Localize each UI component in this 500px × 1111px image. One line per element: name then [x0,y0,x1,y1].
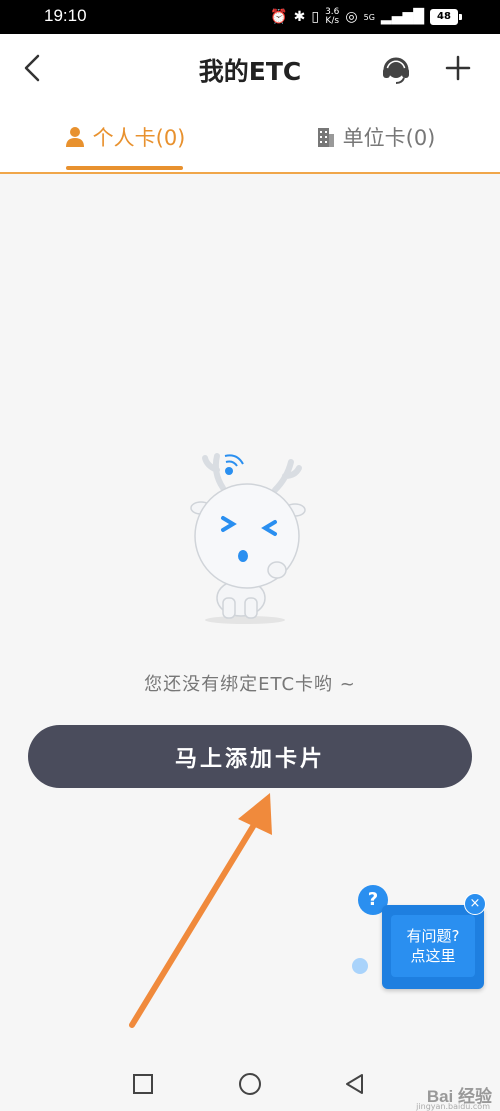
vibrate-icon: ▯ [311,9,320,25]
home-button[interactable] [235,1069,265,1099]
card-tabs: 个人卡(0) 单位卡(0) [0,104,500,174]
signal-icon: ▂▄▆█ [380,9,424,25]
watermark-url: jingyan.baidu.com [416,1102,490,1111]
header: 我的ETC [0,34,500,105]
decorative-dot [352,958,368,974]
help-line-2: 点这里 [410,947,456,965]
circle-icon [239,1073,261,1095]
tab-company-label: 单位卡(0) [342,126,436,150]
person-icon [65,127,84,147]
tab-company-card[interactable]: 单位卡(0) [250,104,500,170]
back-nav-button[interactable] [340,1069,370,1099]
close-icon[interactable]: × [464,893,486,915]
chevron-left-icon [24,54,40,82]
battery-icon: 48 [430,9,462,25]
signal-label: 5G [363,12,375,22]
active-tab-indicator [66,166,183,170]
back-button[interactable] [14,48,54,88]
alarm-icon: ⏰ [270,9,288,25]
add-card-button[interactable]: 马上添加卡片 [28,725,472,788]
status-time: 19:10 [44,6,87,25]
square-icon [133,1074,153,1094]
page-title: 我的ETC [198,57,302,86]
headset-icon [383,57,409,84]
help-line-1: 有问题? [406,927,460,945]
status-bar: 19:10 ⏰ ✱ ▯ 3.6 K/s ◎ 5G ▂▄▆█ 48 [0,0,500,34]
tab-personal-card[interactable]: 个人卡(0) [0,104,250,170]
triangle-back-icon [346,1074,363,1094]
wifi-icon: ◎ [345,9,358,25]
deer-mascot-illustration [190,453,306,624]
bluetooth-icon: ✱ [293,9,306,25]
net-speed: 3.6 K/s [325,7,340,26]
help-widget[interactable]: ? 有问题? 点这里 × [352,885,492,995]
help-box[interactable]: 有问题? 点这里 [382,905,484,989]
system-nav-bar: Bai 经验 jingyan.baidu.com [0,1055,500,1111]
status-icons: ⏰ ✱ ▯ 3.6 K/s ◎ 5G ▂▄▆█ 48 [270,7,462,27]
empty-state-message: 您还没有绑定ETC卡哟 ~ [144,674,356,695]
annotation-arrow [129,793,272,1028]
recent-apps-button[interactable] [128,1069,158,1099]
building-icon [317,128,334,147]
add-button[interactable] [438,48,478,88]
tab-personal-label: 个人卡(0) [92,126,186,150]
help-text: 有问题? 点这里 [391,915,475,977]
plus-icon [445,55,471,81]
customer-support-button[interactable] [376,48,416,88]
